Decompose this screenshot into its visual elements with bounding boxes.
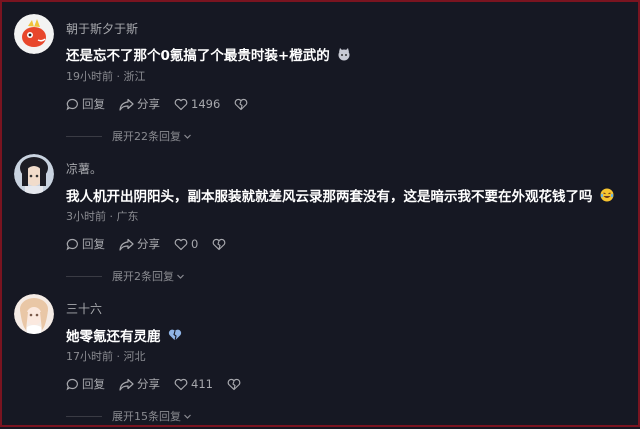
dislike-button[interactable] — [234, 98, 251, 111]
chevron-down-icon — [177, 274, 184, 279]
comment-text: 我人机开出阴阳头，副本服装就就差风云录那两套没有，这是暗示我不要在外观花钱了吗 — [66, 185, 614, 206]
heart-icon — [174, 378, 188, 390]
like-button[interactable]: 0 — [174, 237, 198, 251]
share-icon — [119, 98, 134, 111]
comment-text: 她零氪还有灵鹿 — [66, 325, 182, 346]
comment-actions: 回复 分享 1496 — [66, 96, 265, 112]
expand-replies-button[interactable]: 展开22条回复 — [66, 128, 192, 144]
reply-button[interactable]: 回复 — [66, 376, 105, 392]
divider — [66, 415, 102, 417]
share-button[interactable]: 分享 — [119, 96, 160, 112]
heart-icon — [174, 238, 188, 250]
divider — [66, 275, 102, 277]
heart-icon — [174, 98, 188, 110]
share-icon — [119, 378, 134, 391]
avatar[interactable] — [14, 294, 54, 334]
like-button[interactable]: 411 — [174, 377, 213, 391]
broken-heart-icon — [227, 378, 241, 390]
avatar[interactable] — [14, 14, 54, 54]
comment-username[interactable]: 三十六 — [66, 300, 102, 317]
reply-button[interactable]: 回复 — [66, 236, 105, 252]
chevron-down-icon — [184, 134, 191, 139]
comment-text: 还是忘不了那个0氪搞了个最贵时装+橙武的 — [66, 44, 351, 65]
comment-actions: 回复 分享 411 — [66, 376, 258, 392]
divider — [66, 135, 102, 137]
expand-replies-button[interactable]: 展开2条回复 — [66, 268, 185, 284]
broken-heart-emoji-icon — [168, 328, 182, 346]
cat-emoji-icon — [337, 47, 351, 65]
avatar[interactable] — [14, 154, 54, 194]
comment-item: 三十六 她零氪还有灵鹿 17小时前 · 河北 回复 分享 411 展开15条回复 — [2, 284, 640, 429]
comment-meta: 17小时前 · 河北 — [66, 350, 146, 363]
broken-heart-icon — [212, 238, 226, 250]
reply-icon — [66, 378, 78, 390]
like-button[interactable]: 1496 — [174, 97, 220, 111]
share-button[interactable]: 分享 — [119, 376, 160, 392]
chevron-down-icon — [184, 414, 191, 419]
comment-list-frame: 朝于斯夕于斯 还是忘不了那个0氪搞了个最贵时装+橙武的 19小时前 · 浙江 回… — [0, 0, 640, 427]
reply-button[interactable]: 回复 — [66, 96, 105, 112]
share-icon — [119, 238, 134, 251]
comment-username[interactable]: 朝于斯夕于斯 — [66, 20, 138, 37]
dislike-button[interactable] — [227, 378, 244, 391]
comment-username[interactable]: 凉薯。 — [66, 160, 102, 177]
reply-icon — [66, 238, 78, 250]
broken-heart-icon — [234, 98, 248, 110]
expand-replies-button[interactable]: 展开15条回复 — [66, 408, 192, 424]
comment-meta: 19小时前 · 浙江 — [66, 70, 146, 83]
dislike-button[interactable] — [212, 238, 229, 251]
comment-item: 凉薯。 我人机开出阴阳头，副本服装就就差风云录那两套没有，这是暗示我不要在外观花… — [2, 144, 640, 284]
comment-actions: 回复 分享 0 — [66, 236, 243, 252]
reply-icon — [66, 98, 78, 110]
laughing-tears-emoji-icon — [600, 188, 614, 206]
comment-meta: 3小时前 · 广东 — [66, 210, 139, 223]
comment-item: 朝于斯夕于斯 还是忘不了那个0氪搞了个最贵时装+橙武的 19小时前 · 浙江 回… — [2, 2, 640, 144]
share-button[interactable]: 分享 — [119, 236, 160, 252]
